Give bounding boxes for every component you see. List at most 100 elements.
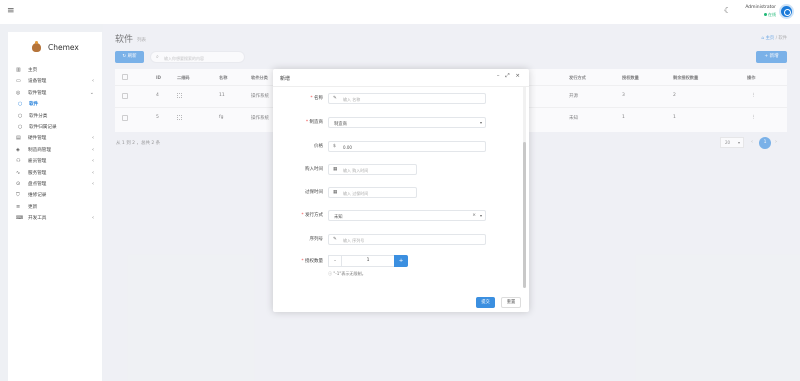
purchased-placeholder: 输入 购入时间 <box>343 168 369 173</box>
circle-icon: ○ <box>18 112 23 119</box>
disc-icon: ◎ <box>16 89 21 96</box>
field-label-expired: 过保时间 <box>305 190 323 195</box>
drive-icon: ▤ <box>16 135 21 142</box>
calendar-icon: ▦ <box>333 190 338 195</box>
shield-icon: ⛉ <box>16 192 20 199</box>
chevron-left-icon: ‹ <box>92 78 94 85</box>
user-status: 在线 <box>764 12 776 18</box>
keyboard-icon: ⌨ <box>16 215 24 222</box>
name-placeholder: 输入 名称 <box>343 97 361 102</box>
sidebar-item-devtools[interactable]: ⌨ 开发工具 ‹ <box>8 213 102 224</box>
counts-decrement-button[interactable]: - <box>328 255 342 267</box>
sidebar-item-label: 软件管理 <box>28 90 47 96</box>
sidebar-item-label: 开发工具 <box>28 216 47 222</box>
sidebar-item-label: 硬件管理 <box>28 136 47 142</box>
online-dot-icon <box>764 13 767 16</box>
sidebar-item-software-track[interactable]: ○ 软件归属记录 <box>8 122 102 133</box>
sidebar-item-label: 主页 <box>28 68 38 73</box>
circle-icon: ○ <box>18 101 23 108</box>
caret-down-icon: ▾ <box>479 120 482 125</box>
dialog-window-controls[interactable]: – ⤢ × <box>497 73 522 80</box>
label-text: 名称 <box>314 96 323 101</box>
sidebar-item-software-category[interactable]: ○ 软件分类 <box>8 111 102 122</box>
counts-increment-button[interactable]: + <box>394 255 408 267</box>
sidebar-item-home[interactable]: ▥ 主页 <box>8 65 102 76</box>
sidebar-item-label: 雇员管理 <box>28 159 47 165</box>
circle-icon: ○ <box>18 123 23 130</box>
user-name[interactable]: Administrator <box>745 5 776 10</box>
chevron-left-icon: ‹ <box>92 146 94 153</box>
pulse-icon: ∿ <box>16 169 21 176</box>
sidebar-item-label: 设备管理 <box>28 79 47 85</box>
sidebar-item-check[interactable]: ⊙ 盘点管理 ‹ <box>8 179 102 190</box>
monitor-icon: ▭ <box>16 78 21 85</box>
brand[interactable]: Chemex <box>32 41 92 54</box>
counts-input[interactable]: 1 <box>342 255 394 267</box>
chevron-left-icon: ‹ <box>92 215 94 222</box>
sidebar-item-devices[interactable]: ▭ 设备管理 ‹ <box>8 76 102 87</box>
manufacturer-select[interactable]: 制造商 ▾ <box>328 117 486 128</box>
sidebar-item-label: 更新 <box>28 204 38 210</box>
chart-icon: ▥ <box>16 67 21 73</box>
sn-placeholder: 输入 序列号 <box>343 238 365 243</box>
purchased-date-input[interactable]: ▦ 输入 购入时间 <box>328 164 417 175</box>
distribution-select[interactable]: 未知 × ▾ <box>328 210 486 221</box>
field-label-sn: 序列号 <box>309 237 324 242</box>
sidebar-item-maintenance[interactable]: ⛉ 维修记录 <box>8 190 102 201</box>
dollar-icon: $ <box>333 144 336 149</box>
field-label-distribution: * 发行方式 <box>301 213 323 218</box>
create-dialog: 新增 – ⤢ × * 名称 ✎ 输入 名称 * 制造商 制造商 ▾ 价格 $ 0… <box>273 69 529 312</box>
chevron-left-icon: ‹ <box>92 180 94 187</box>
price-input[interactable]: $ 0.00 <box>328 141 486 152</box>
moon-icon[interactable]: ☾ <box>724 6 731 15</box>
label-text: 授权数量 <box>305 259 323 264</box>
chevron-left-icon: ‹ <box>92 169 94 176</box>
sidebar-item-label: 制造商管理 <box>28 147 51 153</box>
brand-name: Chemex <box>48 43 79 52</box>
sidebar-item-label: 维修记录 <box>28 193 47 199</box>
sn-input[interactable]: ✎ 输入 序列号 <box>328 234 486 245</box>
sidebar-item-label: 服务管理 <box>28 170 47 176</box>
expired-date-input[interactable]: ▦ 输入 过保时间 <box>328 187 417 198</box>
chevron-left-icon: ‹ <box>92 135 94 142</box>
pencil-icon: ✎ <box>333 96 337 101</box>
sidebar-item-hardware[interactable]: ▤ 硬件管理 ‹ <box>8 133 102 144</box>
sidebar-item-staff[interactable]: ⚇ 雇员管理 ‹ <box>8 156 102 167</box>
sidebar: Chemex ▥ 主页 ▭ 设备管理 ‹ ◎ 软件管理 ⌄ ○ 软件 ○ 软件分类 ○ 软件归属… <box>8 32 102 381</box>
name-input[interactable]: ✎ 输入 名称 <box>328 93 486 104</box>
price-value: 0.00 <box>343 145 352 150</box>
users-icon: ⚇ <box>16 158 21 165</box>
hamburger-icon[interactable]: ≡ <box>7 6 15 16</box>
manufacturer-value: 制造商 <box>334 122 347 127</box>
counts-help-text: ⓘ "-1"表示无限制。 <box>328 271 366 276</box>
sidebar-item-software-mgmt[interactable]: ◎ 软件管理 ⌄ <box>8 88 102 99</box>
chevron-left-icon: ‹ <box>92 158 94 165</box>
label-text: 制造商 <box>309 120 324 125</box>
logo-icon <box>32 41 41 52</box>
reset-button[interactable]: 重置 <box>501 297 521 308</box>
distribution-value: 未知 <box>334 215 343 220</box>
sidebar-item-vendor[interactable]: ◈ 制造商管理 ‹ <box>8 145 102 156</box>
avatar[interactable] <box>779 4 794 19</box>
sidebar-item-label: 软件 <box>29 102 39 108</box>
clear-icon[interactable]: × <box>472 213 476 218</box>
submit-button[interactable]: 提交 <box>476 297 495 308</box>
label-text: 发行方式 <box>305 213 323 218</box>
caret-down-icon: ▾ <box>479 213 482 218</box>
cube-icon: ◈ <box>16 146 20 153</box>
sidebar-item-update[interactable]: ≡ 更新 <box>8 202 102 213</box>
dialog-scrollbar-thumb[interactable] <box>523 142 526 288</box>
field-label-name: * 名称 <box>310 96 323 101</box>
check-icon: ⊙ <box>16 180 21 187</box>
chevron-down-icon: ⌄ <box>89 89 94 96</box>
expired-placeholder: 输入 过保时间 <box>343 191 369 196</box>
update-icon: ≡ <box>16 203 21 210</box>
field-label-price: 价格 <box>314 144 323 149</box>
sidebar-item-service[interactable]: ∿ 服务管理 ‹ <box>8 168 102 179</box>
sidebar-item-label: 盘点管理 <box>28 181 47 187</box>
sidebar-menu: ▥ 主页 ▭ 设备管理 ‹ ◎ 软件管理 ⌄ ○ 软件 ○ 软件分类 ○ 软件归属记录 ▤ 硬件管… <box>8 65 102 224</box>
dialog-title: 新增 <box>280 76 291 82</box>
field-label-counts: * 授权数量 <box>301 259 323 264</box>
sidebar-item-software[interactable]: ○ 软件 <box>8 99 102 110</box>
pencil-icon: ✎ <box>333 237 337 242</box>
